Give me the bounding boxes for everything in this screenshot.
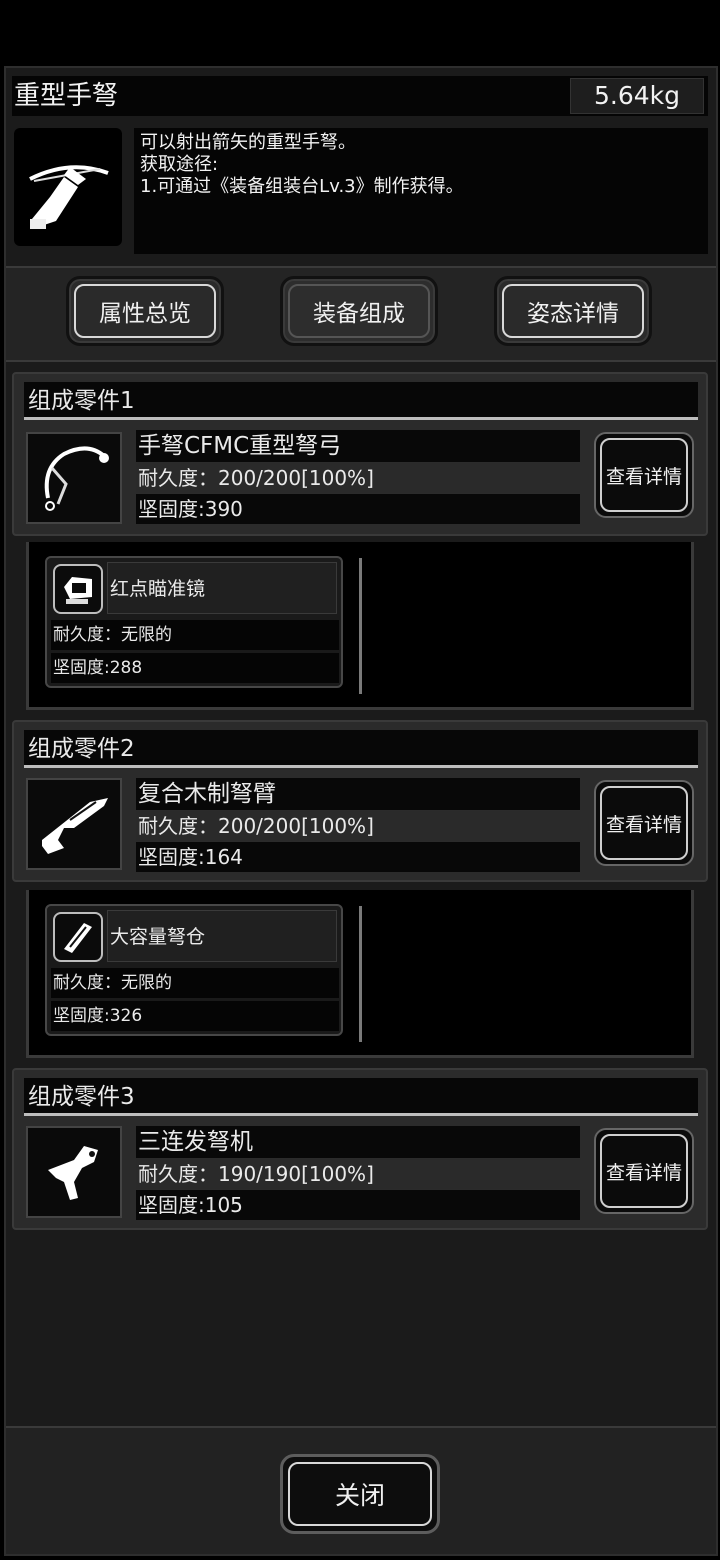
part-firmness: 坚固度:164 (136, 842, 580, 872)
sub-part-icon-frame (53, 564, 103, 614)
crossbow-stock-icon (42, 798, 108, 854)
crossbow-bow-icon (44, 446, 109, 511)
sub-part-icon-frame (53, 912, 103, 962)
part-name: 复合木制弩臂 (136, 778, 580, 810)
view-details-label: 查看详情 (605, 813, 682, 836)
part-section-2: 组成零件2 复合木制弩臂 耐久度：200/200[100%] 坚固度:164 查… (12, 720, 708, 882)
item-weight: 5.64kg (593, 81, 680, 110)
tab-stance-details[interactable]: 姿态详情 (494, 276, 652, 346)
part-name: 三连发弩机 (136, 1126, 580, 1158)
sub-part-name: 红点瞄准镜 (107, 562, 337, 614)
description-line-3: 1.可通过《装备组装台Lv.3》制作获得。 (140, 176, 464, 197)
tab-label: 属性总览 (99, 301, 191, 327)
tab-equipment-composition[interactable]: 装备组成 (280, 276, 438, 346)
magazine-icon (64, 923, 92, 953)
view-details-label: 查看详情 (605, 465, 682, 488)
view-details-button[interactable]: 查看详情 (594, 1128, 694, 1214)
tab-attribute-overview[interactable]: 属性总览 (66, 276, 224, 346)
sub-part-divider (359, 906, 362, 1042)
item-description-box: 可以射出箭矢的重型手弩。 获取途径: 1.可通过《装备组装台Lv.3》制作获得。 (134, 128, 708, 254)
sub-part-card[interactable]: 大容量弩仓 耐久度：无限的 坚固度:326 (45, 904, 343, 1036)
tab-label: 装备组成 (313, 301, 405, 327)
sub-part-divider (359, 558, 362, 694)
crossbow-icon (29, 165, 109, 229)
part-section-1: 组成零件1 手弩CFMC重型弩弓 耐久度：200/200[100%] 坚固度:3… (12, 372, 708, 536)
red-dot-sight-icon (64, 577, 92, 604)
part-section-3: 组成零件3 三连发弩机 耐久度：190/190[100%] 坚固度:105 查看… (12, 1068, 708, 1230)
sub-part-firmness: 坚固度:326 (51, 1001, 339, 1031)
part-title: 组成零件3 (24, 1078, 698, 1116)
sub-part-name: 大容量弩仓 (107, 910, 337, 962)
part-thumbnail (26, 778, 122, 870)
part-durability: 耐久度：190/190[100%] (136, 1159, 580, 1189)
sub-part-card[interactable]: 红点瞄准镜 耐久度：无限的 坚固度:288 (45, 556, 343, 688)
part-thumbnail (26, 432, 122, 524)
sub-part-durability: 耐久度：无限的 (51, 620, 339, 650)
sub-part-area-2: 大容量弩仓 耐久度：无限的 坚固度:326 (26, 890, 694, 1058)
trigger-mechanism-icon (48, 1146, 98, 1200)
view-details-label: 查看详情 (605, 1161, 682, 1184)
part-durability: 耐久度：200/200[100%] (136, 811, 580, 841)
item-name: 重型手弩 (14, 81, 119, 111)
part-title: 组成零件2 (24, 730, 698, 768)
close-button[interactable]: 关闭 (280, 1454, 440, 1534)
view-details-button[interactable]: 查看详情 (594, 780, 694, 866)
tab-label: 姿态详情 (527, 301, 619, 327)
part-firmness: 坚固度:105 (136, 1190, 580, 1220)
item-image (14, 128, 122, 246)
view-details-button[interactable]: 查看详情 (594, 432, 694, 518)
close-label: 关闭 (334, 1481, 385, 1510)
description-line-2: 获取途径: (140, 154, 219, 175)
part-title: 组成零件1 (24, 382, 698, 420)
description-line-1: 可以射出箭矢的重型手弩。 (140, 132, 356, 153)
part-thumbnail (26, 1126, 122, 1218)
part-durability: 耐久度：200/200[100%] (136, 463, 580, 493)
part-firmness: 坚固度:390 (136, 494, 580, 524)
sub-part-durability: 耐久度：无限的 (51, 968, 339, 998)
sub-part-area-1: 红点瞄准镜 耐久度：无限的 坚固度:288 (26, 542, 694, 710)
sub-part-firmness: 坚固度:288 (51, 653, 339, 683)
part-name: 手弩CFMC重型弩弓 (136, 430, 580, 462)
